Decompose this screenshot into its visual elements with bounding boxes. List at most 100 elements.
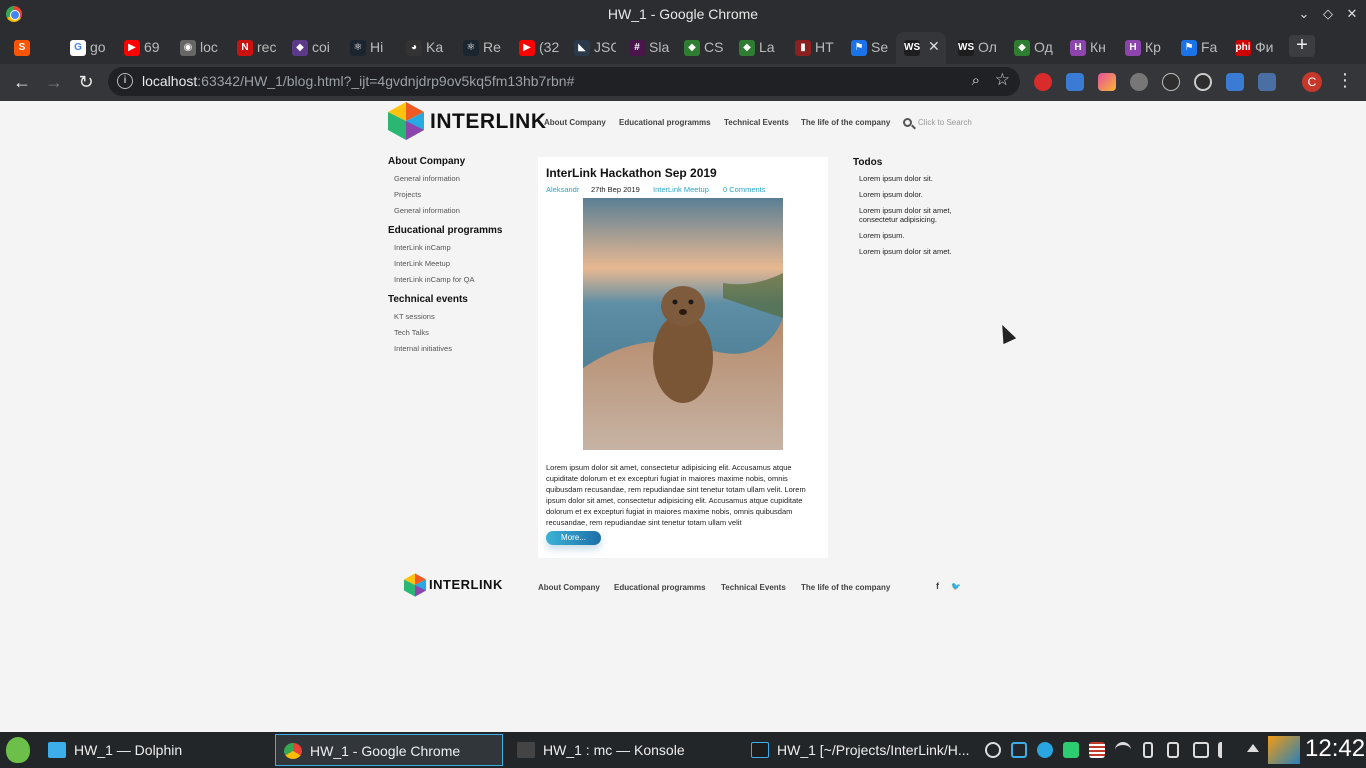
tab-favicon-icon: ◆ bbox=[1014, 40, 1030, 56]
check-icon[interactable] bbox=[1063, 742, 1079, 758]
footer-nav-technical-events[interactable]: Technical Events bbox=[721, 583, 786, 592]
browser-tab[interactable]: ⚛ Re bbox=[455, 32, 509, 64]
sidebar-item-general-information-2[interactable]: General information bbox=[394, 206, 460, 215]
browser-tab[interactable]: ◣ JSC bbox=[566, 32, 620, 64]
telegram-icon[interactable] bbox=[1037, 742, 1053, 758]
browser-tab[interactable]: WS Ол bbox=[950, 32, 1004, 64]
task-konsole[interactable]: HW_1 : mc — Konsole bbox=[509, 734, 737, 766]
post-category[interactable]: InterLink Meetup bbox=[653, 185, 709, 194]
desktop-preview-icon[interactable] bbox=[1268, 736, 1300, 764]
clock[interactable]: 12:42 bbox=[1305, 735, 1365, 763]
browser-tab[interactable]: ◆ Од bbox=[1006, 32, 1060, 64]
bookmark-star-icon[interactable]: ☆ bbox=[995, 70, 1010, 90]
more-button[interactable]: More... bbox=[546, 531, 601, 545]
sidebar-item-general-information[interactable]: General information bbox=[394, 174, 460, 183]
sidebar-item-tech-talks[interactable]: Tech Talks bbox=[394, 328, 429, 337]
browser-tab[interactable]: ▶ 69 bbox=[116, 32, 170, 64]
sidebar-item-incamp-qa[interactable]: InterLink inCamp for QA bbox=[394, 275, 474, 284]
browser-tab[interactable]: S bbox=[6, 32, 60, 64]
browser-tab[interactable]: Nrec bbox=[229, 32, 283, 64]
footer-nav-educational-programms[interactable]: Educational programms bbox=[614, 583, 706, 592]
browser-tab[interactable]: # Sla bbox=[621, 32, 675, 64]
task-dolphin[interactable]: HW_1 — Dolphin bbox=[40, 734, 270, 766]
browser-tab[interactable]: ◕ Ka bbox=[398, 32, 452, 64]
clipboard-icon[interactable] bbox=[1193, 742, 1209, 758]
nav-educational-programms[interactable]: Educational programms bbox=[619, 118, 711, 127]
sidebar-item-projects[interactable]: Projects bbox=[394, 190, 421, 199]
sidebar-item-meetup[interactable]: InterLink Meetup bbox=[394, 259, 450, 268]
nav-about-company[interactable]: About Company bbox=[544, 118, 606, 127]
nav-technical-events[interactable]: Technical Events bbox=[724, 118, 789, 127]
browser-tab[interactable]: H Кн bbox=[1062, 32, 1116, 64]
screen-icon[interactable] bbox=[1011, 742, 1027, 758]
url-text[interactable]: localhost:63342/HW_1/blog.html?_ijt=4gvd… bbox=[142, 73, 574, 89]
minimize-icon[interactable]: ⌄ bbox=[1294, 4, 1314, 24]
sidebar-item-kt-sessions[interactable]: KT sessions bbox=[394, 312, 435, 321]
extension-vk-icon[interactable] bbox=[1226, 73, 1244, 91]
nav-life-of-company[interactable]: The life of the company bbox=[801, 118, 890, 127]
tab-label: JSC bbox=[594, 39, 616, 55]
browser-tab[interactable]: ▮ HT bbox=[787, 32, 841, 64]
tab-favicon-icon: phi bbox=[1235, 40, 1251, 56]
media-play-icon[interactable] bbox=[985, 742, 1001, 758]
brand-name[interactable]: INTERLINK bbox=[430, 110, 547, 134]
forward-icon[interactable]: → bbox=[42, 70, 66, 94]
extension-color-icon[interactable] bbox=[1098, 73, 1116, 91]
battery-icon[interactable] bbox=[1143, 742, 1153, 758]
extension-target-icon[interactable] bbox=[1194, 73, 1212, 91]
zoom-icon[interactable]: ⌕ bbox=[972, 72, 980, 89]
sidebar-item-internal-initiatives[interactable]: Internal initiatives bbox=[394, 344, 452, 353]
extension-react-icon[interactable] bbox=[1162, 73, 1180, 91]
browser-tab[interactable]: ⚑ Se bbox=[843, 32, 897, 64]
browser-tab[interactable]: ◉ loc bbox=[172, 32, 226, 64]
extension-gear-icon[interactable] bbox=[1130, 73, 1148, 91]
new-tab-button[interactable]: + bbox=[1289, 35, 1315, 57]
volume-icon[interactable] bbox=[1218, 742, 1234, 758]
tab-strip: S Ggo ▶ 69 ◉ loc Nrec ◆ coi ⚛ Hi ◕ Ka ⚛ Re ▶ (32 ◣ JSC # Sla… bbox=[0, 28, 1366, 64]
footer-nav-about-company[interactable]: About Company bbox=[538, 583, 600, 592]
keyboard-layout-flag-icon[interactable] bbox=[1089, 742, 1105, 758]
interlink-logo-icon[interactable] bbox=[388, 102, 424, 140]
footer-logo-icon[interactable] bbox=[404, 573, 426, 597]
post-comments[interactable]: 0 Comments bbox=[723, 185, 766, 194]
footer-brand-name[interactable]: INTERLINK bbox=[429, 577, 503, 592]
tray-expand-icon[interactable] bbox=[1247, 744, 1259, 752]
extension-adblock-icon[interactable] bbox=[1034, 73, 1052, 91]
chrome-menu-icon[interactable]: ⋮ bbox=[1336, 70, 1354, 91]
post-title[interactable]: InterLink Hackathon Sep 2019 bbox=[546, 166, 717, 180]
browser-tab[interactable]: WS ✕ bbox=[896, 32, 946, 64]
task-chrome[interactable]: HW_1 - Google Chrome bbox=[275, 734, 503, 766]
address-bar[interactable]: i localhost:63342/HW_1/blog.html?_ijt=4g… bbox=[108, 67, 1020, 96]
profile-avatar[interactable]: C bbox=[1302, 72, 1322, 92]
browser-tab[interactable]: ⚑ Fa bbox=[1173, 32, 1227, 64]
lock-icon[interactable] bbox=[1167, 742, 1179, 758]
facebook-icon[interactable]: f bbox=[936, 581, 939, 591]
back-icon[interactable]: ← bbox=[10, 70, 34, 94]
search-icon[interactable] bbox=[903, 118, 912, 127]
footer-nav-life-of-company[interactable]: The life of the company bbox=[801, 583, 890, 592]
browser-tab[interactable]: ◆ coi bbox=[284, 32, 338, 64]
sidebar-item-incamp[interactable]: InterLink inCamp bbox=[394, 243, 451, 252]
browser-tab[interactable]: ◆ La bbox=[731, 32, 785, 64]
task-webstorm[interactable]: HW_1 [~/Projects/InterLink/H... bbox=[743, 734, 971, 766]
browser-tab[interactable]: ⚛ Hi bbox=[342, 32, 396, 64]
browser-tab[interactable]: ◆ CS bbox=[676, 32, 730, 64]
tab-close-icon[interactable]: ✕ bbox=[928, 38, 940, 55]
browser-tab[interactable]: ▶ (32 bbox=[511, 32, 565, 64]
extension-lock-icon[interactable] bbox=[1258, 73, 1276, 91]
browser-tab[interactable]: Ggo bbox=[62, 32, 116, 64]
close-window-icon[interactable]: ✕ bbox=[1342, 4, 1362, 24]
site-info-icon[interactable]: i bbox=[117, 73, 133, 89]
maximize-icon[interactable]: ◇ bbox=[1318, 4, 1338, 24]
wifi-icon[interactable] bbox=[1115, 742, 1131, 758]
browser-tab[interactable]: phi Фи bbox=[1227, 32, 1281, 64]
search-input[interactable]: Click to Search bbox=[918, 118, 972, 127]
browser-tab[interactable]: H Кр bbox=[1117, 32, 1171, 64]
tab-favicon-icon: ◆ bbox=[739, 40, 755, 56]
app-launcher-icon[interactable] bbox=[6, 737, 30, 763]
twitter-icon[interactable]: 🐦 bbox=[951, 582, 961, 591]
extension-pen-icon[interactable] bbox=[1066, 73, 1084, 91]
tab-label: CS bbox=[704, 39, 724, 55]
post-author[interactable]: Aleksandr bbox=[546, 185, 579, 194]
reload-icon[interactable]: ↻ bbox=[74, 70, 98, 94]
